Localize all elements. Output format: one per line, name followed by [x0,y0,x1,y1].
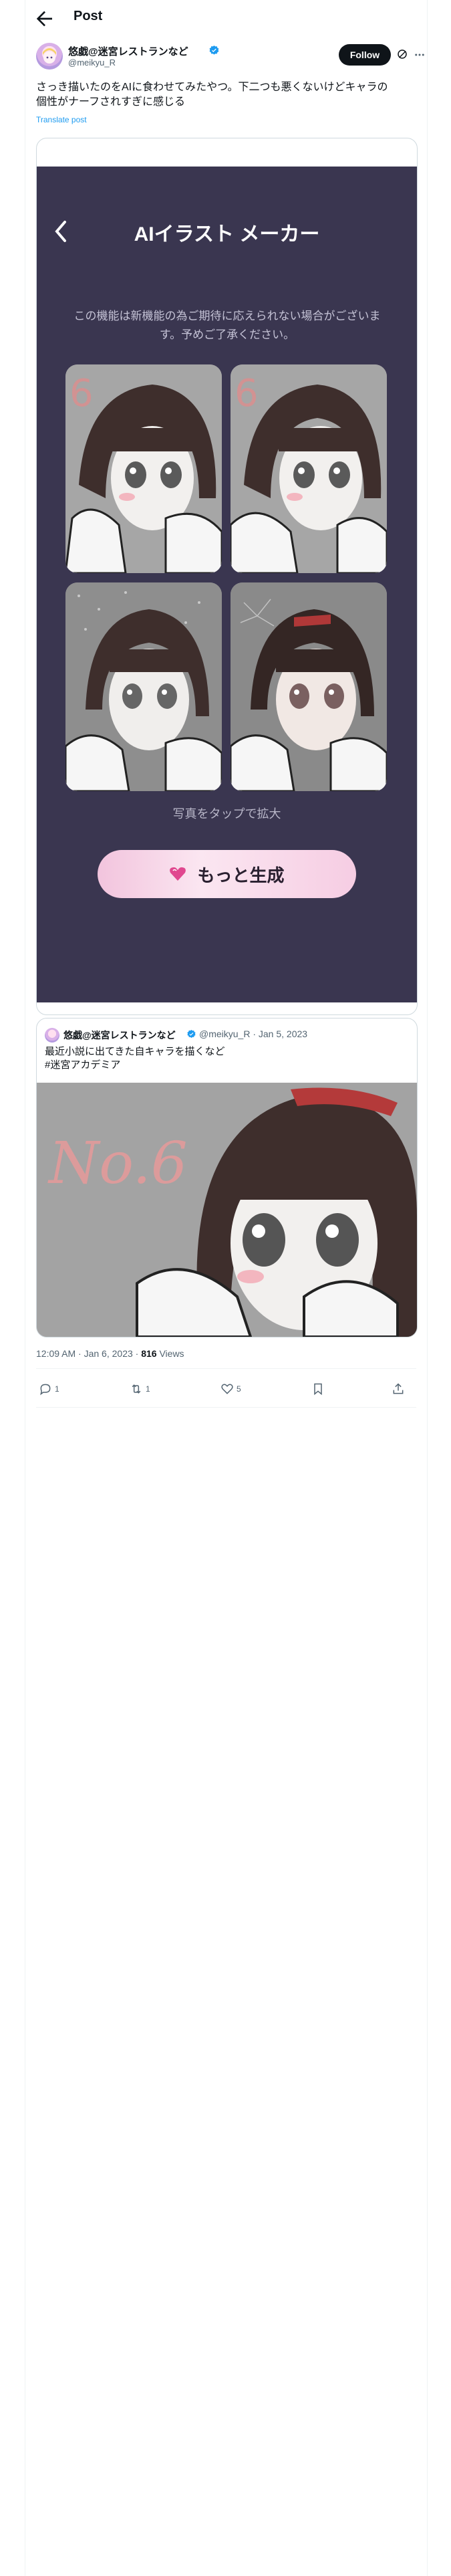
reply-button[interactable]: 1 [39,1382,59,1396]
app-screenshot: AIイラスト メーカー この機能は新機能の為ご期待に応えられない場合がございま … [37,167,417,1000]
bookmark-icon [314,1383,322,1396]
generated-image-4[interactable] [231,582,387,791]
follow-button[interactable]: Follow [339,44,391,66]
back-arrow-icon [36,11,52,27]
share-button[interactable] [392,1382,405,1396]
thumbnail-label: 6 [69,372,94,415]
illustration-girl-image [65,582,222,791]
illustration-girl-image: 6 [65,364,222,573]
like-count: 5 [237,1384,241,1394]
back-button[interactable] [33,8,55,29]
generated-image-3[interactable] [65,582,222,791]
author-row: 悠戯@迷宮レストランなど @meikyu_R Follow [36,43,424,72]
views-count: 816 [141,1348,157,1359]
reply-icon [40,1384,51,1396]
post-media[interactable]: AIイラスト メーカー この機能は新機能の為ご期待に応えられない場合がございま … [36,138,418,1015]
like-button[interactable]: 5 [220,1382,241,1396]
top-bar: Post [25,0,427,37]
bookmark-button[interactable] [311,1382,325,1396]
post-metadata: 12:09 AM · Jan 6, 2023 · 816 Views [36,1348,184,1359]
heart-icon [221,1384,233,1394]
quoted-image[interactable]: No.6 [37,1083,417,1337]
quoted-image-label: No.6 [47,1130,188,1197]
post-text: さっき描いたのをAIに食わせてみたやつ。下二つも悪くないけどキャラの 個性がナー… [36,82,388,108]
screenshot-bottom-edge [37,1000,417,1002]
repost-icon [132,1384,141,1394]
app-notice: この機能は新機能の為ご期待に応えられない場合がございま す。予めご了承ください。 [73,310,381,341]
generated-image-1[interactable]: 6 [65,364,222,573]
views-label: Views [156,1348,184,1359]
quoted-meta: @meikyu_R · Jan 5, 2023 [199,1029,308,1039]
tap-to-zoom-hint: 写真をタップで拡大 [172,807,281,821]
illustration-girl-image: 6 [231,364,387,573]
generate-more-label: もっと生成 [197,865,285,885]
generated-image-2[interactable]: 6 [231,364,387,573]
page-title: Post [73,9,103,23]
translate-post-link[interactable]: Translate post [36,115,87,124]
divider [36,1368,416,1369]
generate-more-button[interactable]: もっと生成 [98,850,356,898]
illustration-girl-image: No.6 [37,1083,417,1337]
avatar[interactable] [36,43,63,70]
divider [36,1407,416,1408]
heart-icon [170,867,186,881]
quoted-text: 最近小説に出てきた自キャラを描くなど #迷宮アカデミア [45,1046,225,1071]
verified-badge-icon [209,45,219,55]
author-display-name[interactable]: 悠戯@迷宮レストランなど [68,44,188,58]
post-column: Post 悠戯@迷宮レストランなど @meikyu_R Follow さっき描い… [25,0,428,2576]
quoted-avatar [45,1028,59,1043]
grok-icon[interactable] [396,48,408,60]
share-icon [393,1383,404,1394]
quoted-display-name: 悠戯@迷宮レストランなど [63,1030,176,1041]
verified-badge-icon [187,1029,196,1038]
quoted-post[interactable]: 悠戯@迷宮レストランなど @meikyu_R · Jan 5, 2023 最近小… [36,1018,418,1337]
reply-count: 1 [55,1384,59,1394]
post-time[interactable]: 12:09 AM · Jan 6, 2023 · [36,1348,141,1359]
author-handle[interactable]: @meikyu_R [68,58,116,68]
thumbnail-label: 6 [235,372,259,415]
app-title: AIイラスト メーカー [134,223,320,245]
repost-button[interactable]: 1 [130,1382,150,1396]
more-icon[interactable] [414,49,426,61]
avatar-image [43,48,56,64]
repost-count: 1 [146,1384,150,1394]
illustration-girl-image [231,582,387,791]
